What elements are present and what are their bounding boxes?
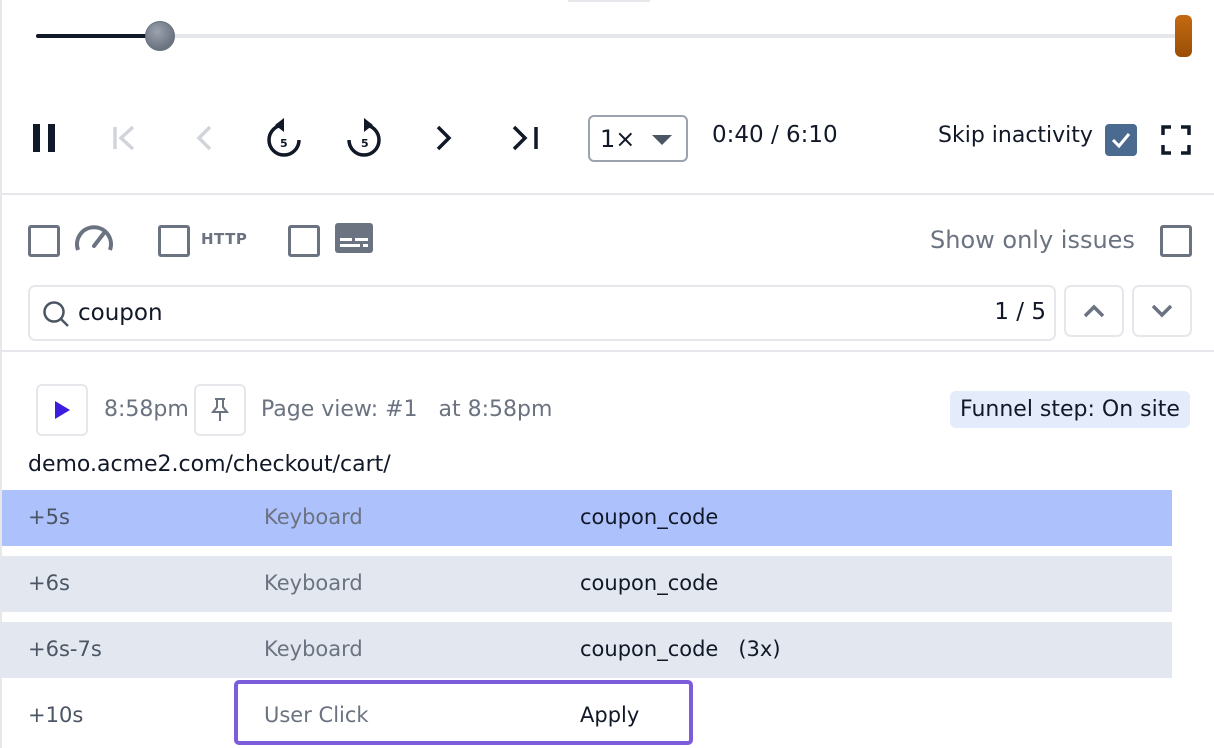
event-type: Keyboard [264,571,363,595]
event-type: Keyboard [264,637,363,661]
previous-button[interactable] [188,118,220,158]
skip-to-start-icon [113,125,135,151]
chevron-up-icon [1083,304,1105,318]
event-type: Keyboard [264,505,363,529]
forward-5-icon: 5 [347,118,381,157]
search-divider [2,350,1214,352]
event-row[interactable]: +6s-7s Keyboard coupon_code (3x) [2,622,1172,678]
subtitles-filter [333,221,375,255]
event-row[interactable]: +10s User Click Apply [2,688,1172,744]
show-only-issues-label: Show only issues [930,226,1135,254]
forward-5-button[interactable]: 5 [342,114,386,162]
fullscreen-icon [1161,125,1191,155]
event-row[interactable]: +5s Keyboard coupon_code [2,490,1172,546]
chevron-down-icon [1151,304,1173,318]
search-input[interactable] [78,297,958,329]
current-time: 0:40 [712,122,764,148]
svg-text:5: 5 [361,137,369,150]
event-offset: +5s [28,505,70,529]
session-replay-panel: 5 5 1× 0:40 / 6:10 Skip inactivity HTTP … [0,0,1214,748]
rewind-5-icon: 5 [267,118,301,157]
subtitles-icon [335,223,373,253]
page-view-label: Page view: #1 at 8:58pm [261,397,553,422]
previous-icon [196,125,212,151]
time-separator: / [770,122,779,148]
playback-speed-select[interactable]: 1× [588,115,688,162]
skip-to-end-button[interactable] [506,118,544,158]
fullscreen-button[interactable] [1158,122,1194,158]
next-button[interactable] [428,118,460,158]
previous-match-button[interactable] [1064,285,1124,337]
skip-to-start-button[interactable] [106,118,142,158]
event-offset: +10s [28,703,84,727]
pause-button[interactable] [26,118,62,158]
skip-inactivity-label: Skip inactivity [938,123,1093,148]
svg-text:5: 5 [280,137,288,150]
playback-time: 0:40 / 6:10 [712,122,838,148]
timeline-progress [36,34,160,38]
checkmark-icon [1111,133,1131,149]
rewind-5-button[interactable]: 5 [262,114,306,162]
pin-icon [210,398,230,421]
show-only-issues-checkbox[interactable] [1160,225,1192,257]
speedometer-icon [75,225,113,251]
timeline-thumb[interactable] [145,21,175,51]
event-offset: +6s-7s [28,637,102,661]
search-match-count: 1 / 5 [994,299,1046,325]
event-target: Apply [580,703,640,727]
funnel-step-badge: Funnel step: On site [950,391,1190,428]
event-search-box: 1 / 5 [28,285,1056,341]
controls-divider [2,193,1214,195]
event-target: coupon_code [580,571,719,595]
http-filter-label: HTTP [201,230,248,248]
page-view-time: 8:58pm [104,397,189,422]
speedometer-filter [72,219,116,257]
timeline-track[interactable] [36,34,1184,38]
pin-button[interactable] [194,384,246,436]
chevron-down-icon [652,135,672,145]
play-icon [55,401,70,419]
http-filter-checkbox[interactable] [158,225,190,257]
playback-speed-value: 1× [600,124,636,153]
event-offset: +6s [28,571,70,595]
top-divider-tab [568,0,650,2]
timeline-end-marker[interactable] [1175,15,1192,57]
pause-icon [33,124,55,152]
console-filter-checkbox[interactable] [288,225,320,257]
event-row[interactable]: +6s Keyboard coupon_code [2,556,1172,612]
next-icon [436,125,452,151]
skip-to-end-icon [512,125,538,151]
event-type: User Click [264,703,369,727]
play-from-here-button[interactable] [36,384,88,436]
performance-filter-checkbox[interactable] [28,225,60,257]
next-match-button[interactable] [1132,285,1192,337]
page-url[interactable]: demo.acme2.com/checkout/cart/ [28,452,391,477]
total-time: 6:10 [786,122,838,148]
skip-inactivity-checkbox[interactable] [1105,124,1137,156]
event-target: coupon_code (3x) [580,637,781,661]
search-icon [43,301,69,327]
event-target: coupon_code [580,505,719,529]
